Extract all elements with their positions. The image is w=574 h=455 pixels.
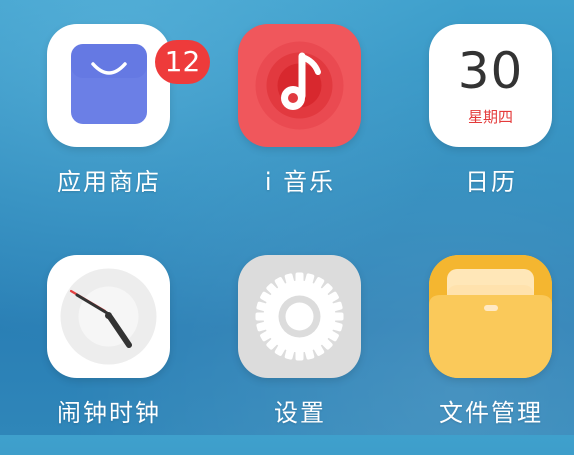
gear-icon	[238, 255, 361, 378]
app-label: 日历	[465, 168, 517, 196]
app-label: 设置	[274, 399, 326, 427]
calendar-day: 30	[457, 42, 524, 100]
calendar-icon: 30 星期四	[429, 24, 552, 147]
shopping-bag-icon	[47, 24, 170, 147]
app-label: 应用商店	[57, 168, 161, 196]
calendar-weekday: 星期四	[467, 108, 513, 126]
app-music-shortcut[interactable]: i 音乐	[216, 24, 376, 224]
folder-icon	[429, 255, 552, 378]
clock-icon	[47, 255, 170, 378]
app-calendar-shortcut[interactable]: 30 星期四 日历	[407, 24, 567, 224]
notification-badge: 12	[155, 40, 210, 84]
app-settings-shortcut[interactable]: 设置	[216, 255, 376, 455]
app-label: i 音乐	[264, 168, 336, 196]
app-clock-shortcut[interactable]: 闹钟时钟	[25, 255, 185, 455]
music-note-icon	[238, 24, 361, 147]
app-store-shortcut[interactable]: 12 应用商店	[25, 24, 210, 224]
app-label: 闹钟时钟	[57, 399, 161, 427]
app-files-shortcut[interactable]: 文件管理	[407, 255, 567, 455]
app-label: 文件管理	[439, 399, 543, 427]
